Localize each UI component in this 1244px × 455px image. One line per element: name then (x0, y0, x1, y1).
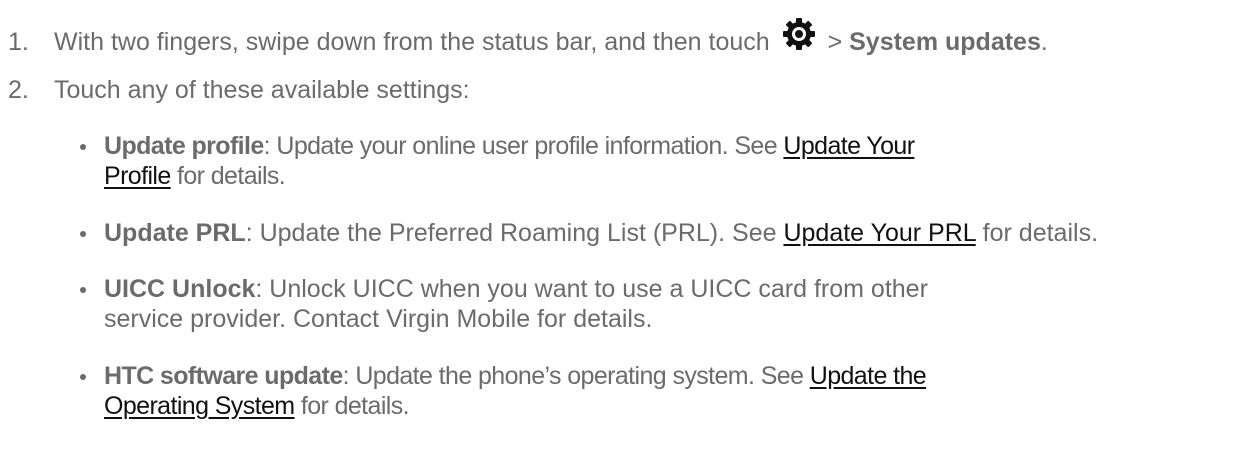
step-number: 2. (8, 76, 29, 104)
step-text: Touch any of these available settings: (54, 76, 470, 104)
list-item: HTC software update: Update the phone’s … (80, 361, 1230, 421)
setting-desc: : Update your online user profile inform… (263, 132, 784, 160)
bullet-icon (80, 231, 86, 237)
update-your-prl-link[interactable]: Update Your PRL (783, 219, 975, 247)
system-updates-label: System updates (849, 28, 1041, 56)
setting-desc-end: for details. (294, 392, 410, 420)
step-end: . (1040, 28, 1048, 56)
list-item: Update PRL: Update the Preferred Roaming… (80, 218, 1230, 248)
setting-desc-end: for details. (170, 162, 286, 190)
bullet-icon (80, 287, 86, 293)
list-item: Update profile: Update your online user … (80, 131, 1230, 191)
gear-icon (781, 16, 817, 52)
setting-name: HTC software update (104, 362, 343, 390)
setting-desc: : Update the phone’s operating system. S… (342, 362, 810, 390)
bullet-icon (80, 374, 86, 380)
step-text: With two fingers, swipe down from the st… (54, 28, 770, 56)
bullet-icon (80, 144, 86, 150)
setting-desc-end: for details. (975, 219, 1099, 247)
list-item: UICC Unlock: Unlock UICC when you want t… (80, 274, 1230, 334)
step-1: 1. With two fingers, swipe down from the … (8, 16, 1048, 57)
separator: > (827, 28, 843, 56)
setting-desc: : Update the Preferred Roaming List (PRL… (245, 219, 784, 247)
setting-name: Update PRL (104, 219, 246, 247)
step-number: 1. (8, 28, 29, 56)
step-2: 2. Touch any of these available settings: (8, 75, 470, 105)
setting-name: UICC Unlock (104, 275, 256, 303)
setting-name: Update profile (104, 132, 264, 160)
